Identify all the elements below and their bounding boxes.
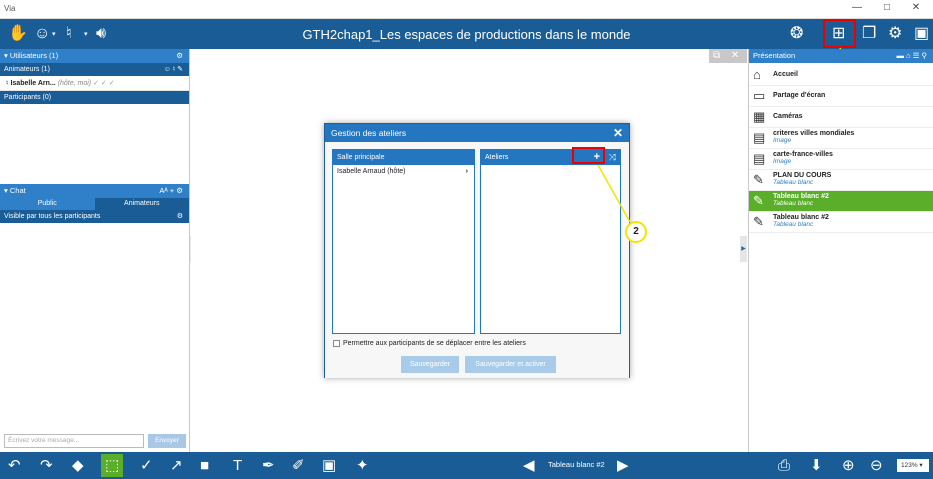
current-page-label: Tableau blanc #2 (548, 460, 605, 469)
callout-line-2 (597, 164, 631, 223)
pen-icon[interactable]: ✒ (262, 456, 275, 475)
presentation-item[interactable]: ✎ Tableau blanc #2 Tableau blanc (749, 212, 933, 233)
home-icon: ⌂ (753, 67, 761, 82)
presentation-header[interactable]: Présentation ▬ ⌂ ☰ ⚲ (749, 49, 933, 63)
previous-page-icon[interactable]: ◀ (523, 456, 535, 475)
selection-icon[interactable]: ⬚ (105, 456, 119, 475)
eraser-icon[interactable]: ◆ (72, 456, 84, 475)
image-icon: ▤ (753, 151, 766, 166)
redo-icon[interactable]: ↷ (40, 456, 53, 475)
check-icon[interactable]: ✓ (140, 456, 153, 475)
presentation-item[interactable]: ⌂ Accueil (749, 65, 933, 86)
image-icon[interactable]: ▣ (322, 456, 336, 475)
arrow-icon[interactable]: ↗ (170, 456, 183, 475)
bottom-toolbar: ↶ ↷ ◆ ⬚ ✓ ↗ ■ T ✒ ✐ ▣ ✦ ◀ Tableau blanc … (0, 452, 933, 479)
next-page-icon[interactable]: ▶ (617, 456, 629, 475)
camera-grid-icon: ▦ (753, 109, 766, 124)
presentation-tools-icon[interactable]: ▬ ⌂ ☰ ⚲ (897, 49, 928, 63)
rectangle-icon[interactable]: ■ (200, 456, 209, 475)
presentation-item[interactable]: ✎ PLAN DU COURS Tableau blanc (749, 170, 933, 191)
text-icon[interactable]: T (233, 456, 242, 475)
whiteboard-icon: ✎ (753, 214, 764, 229)
zoom-select[interactable]: 123% ▾ (897, 459, 929, 472)
image-icon: ▤ (753, 130, 766, 145)
undo-icon[interactable]: ↶ (8, 456, 21, 475)
presentation-item[interactable]: ▦ Caméras (749, 107, 933, 128)
whiteboard-icon: ✎ (753, 172, 764, 187)
presentation-item[interactable]: ▤ criteres villes mondiales Image (749, 128, 933, 149)
zoom-out-icon[interactable]: ⊖ (870, 456, 883, 475)
presentation-list: ⌂ Accueil ▭ Partage d'écran ▦ Caméras ▤ crit… (749, 63, 933, 233)
whiteboard-icon: ✎ (753, 193, 764, 208)
presentation-item[interactable]: ▤ carte-france-villes Image (749, 149, 933, 170)
presentation-panel: Présentation ▬ ⌂ ☰ ⚲ ⌂ Accueil ▭ Partage d… (748, 49, 933, 452)
monitor-icon: ▭ (753, 88, 766, 103)
download-icon[interactable]: ⬇ (810, 456, 823, 475)
presentation-item-active[interactable]: ✎ Tableau blanc #2 Tableau blanc (749, 191, 933, 212)
print-icon[interactable]: ⎙ (778, 456, 790, 475)
presentation-item[interactable]: ▭ Partage d'écran (749, 86, 933, 107)
callout-2: 2 (625, 221, 647, 243)
highlighter-icon[interactable]: ✐ (292, 456, 305, 475)
pointer-icon[interactable]: ✦ (356, 456, 369, 475)
zoom-in-icon[interactable]: ⊕ (842, 456, 855, 475)
